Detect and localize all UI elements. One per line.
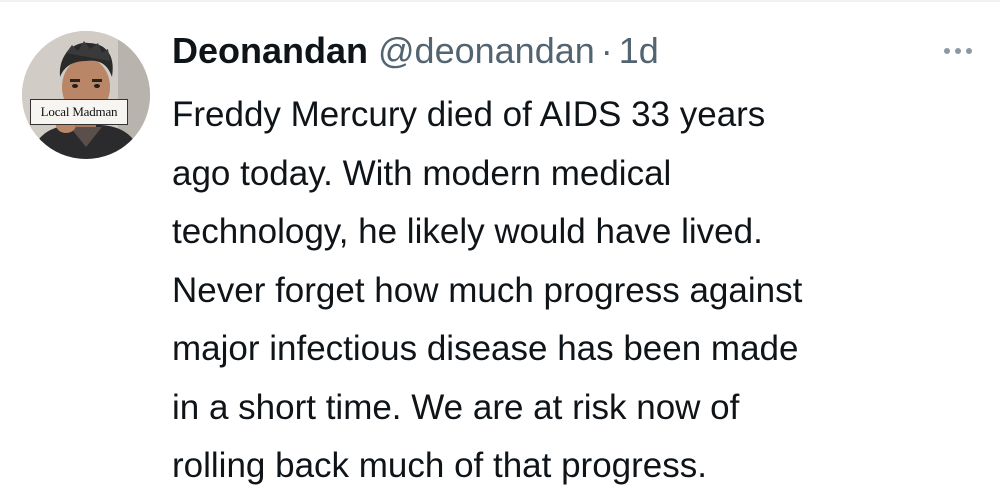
more-horizontal-icon — [944, 48, 972, 54]
tweet-text-line: technology, he likely would have lived. — [172, 212, 763, 251]
tweet-text-line: Freddy Mercury died of AIDS 33 years — [172, 95, 766, 134]
tweet-header: Deonandan @deonandan · 1d — [172, 28, 659, 74]
more-options-button[interactable] — [936, 36, 980, 66]
separator-dot: · — [600, 30, 613, 71]
tweet-text-line: in a short time. We are at risk now of — [172, 387, 740, 427]
tweet-text-line: Never forget how much progress against — [172, 270, 803, 310]
tweet-text-line: rolling back much of that progress. — [172, 446, 707, 485]
tweet-text: Freddy Mercury died of AIDS 33 years ago… — [172, 86, 982, 496]
profile-photo-icon — [22, 31, 150, 159]
author-handle[interactable]: @deonandan — [378, 28, 595, 74]
top-divider — [0, 0, 1000, 2]
tweet-timestamp[interactable]: 1d — [619, 28, 659, 74]
tweet-text-line: ago today. With modern medical — [172, 153, 672, 193]
avatar[interactable] — [22, 31, 150, 159]
tweet-text-line: major infectious disease has been made — [172, 329, 799, 368]
avatar-caption: Local Madman — [30, 99, 128, 125]
author-display-name[interactable]: Deonandan — [172, 28, 368, 74]
